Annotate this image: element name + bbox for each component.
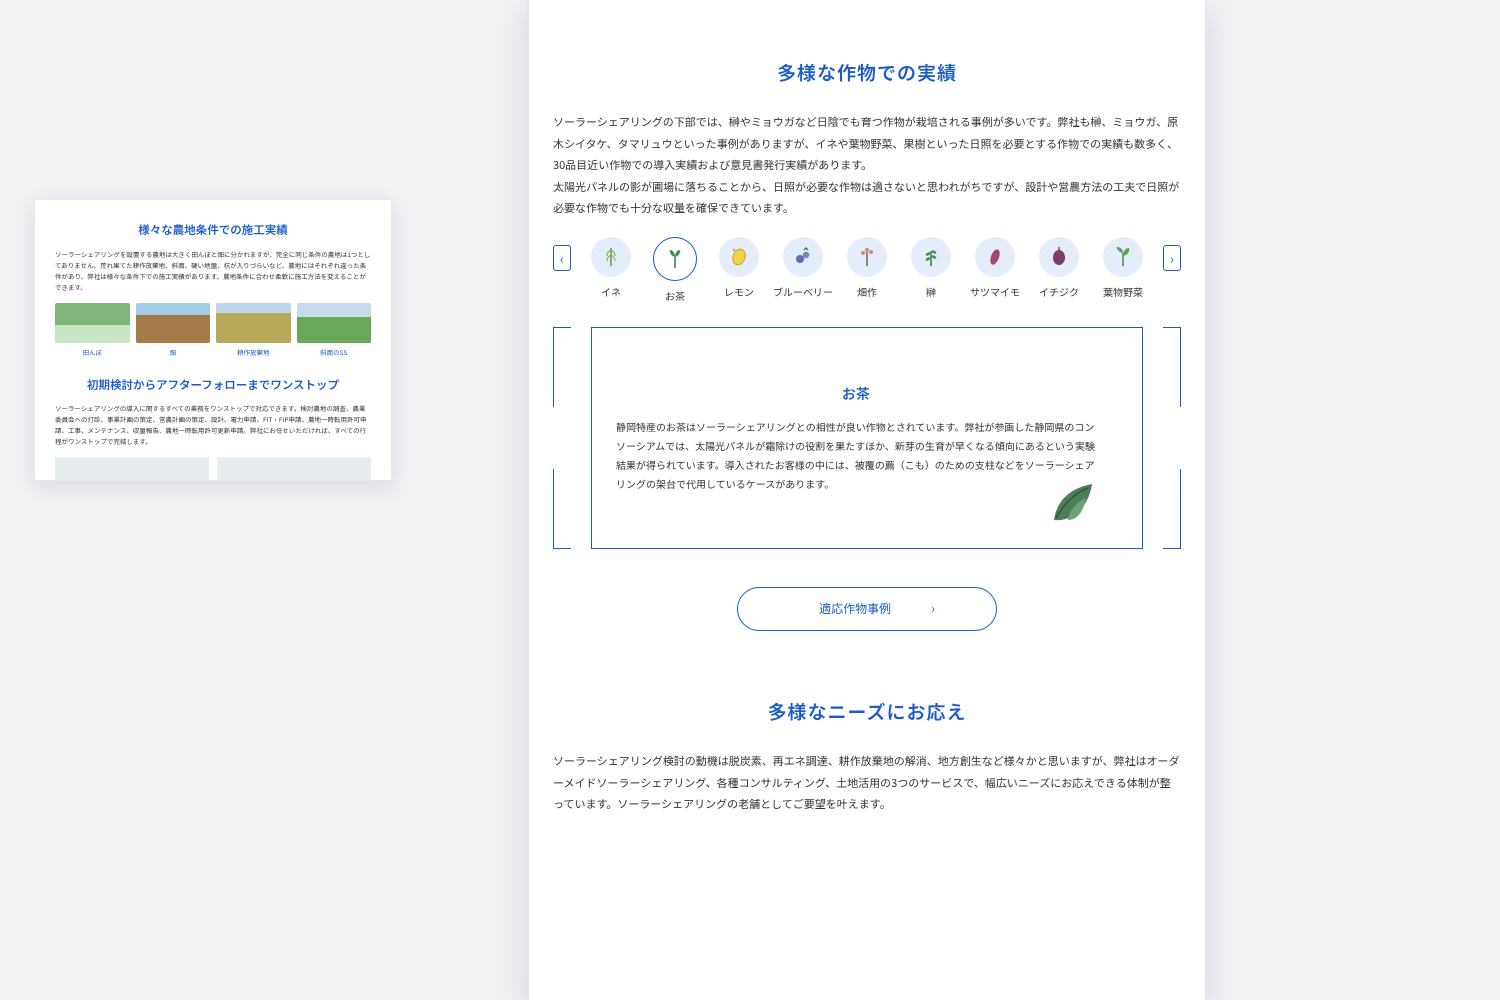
fig-icon (1039, 237, 1079, 277)
crop-carousel: ‹ イネ お茶 レモン ブルーベリー 畑作 榊 サツマイモ イチジク 葉物野菜 › (553, 237, 1181, 305)
crop-label: イチジク (1039, 283, 1079, 301)
thumb-land-row: 田んぼ畑耕作放棄地斜面のSS (55, 303, 371, 359)
crop-item-sweetpotato[interactable]: サツマイモ (965, 237, 1025, 305)
frame-corner-icon (553, 327, 571, 407)
blueberry-icon (783, 237, 823, 277)
crop-item-sakaki[interactable]: 榊 (901, 237, 961, 305)
crop-item-leafy[interactable]: 葉物野菜 (1093, 237, 1153, 305)
section-crops-title: 多様な作物での実績 (553, 56, 1181, 90)
thumb-land-image (55, 303, 130, 343)
frame-corner-icon (1163, 469, 1181, 549)
thumb-land-image (216, 303, 291, 343)
thumb-land-item: 畑 (136, 303, 211, 359)
crop-label: 畑作 (857, 283, 877, 301)
crop-label: ブルーベリー (773, 283, 833, 301)
crop-label: お茶 (665, 287, 685, 305)
thumb-bottom-images (55, 457, 371, 481)
section-needs-title: 多様なニーズにお応え (553, 695, 1181, 729)
sakaki-icon (911, 237, 951, 277)
cta-label: 適応作物事例 (819, 598, 891, 620)
tea-icon (653, 237, 697, 281)
crop-label: 葉物野菜 (1103, 283, 1143, 301)
leafy-icon (1103, 237, 1143, 277)
needs-lead: ソーラーシェアリング検討の動機は脱炭素、再エネ調達、耕作放棄地の解消、地方創生な… (553, 751, 1181, 815)
thumb-land-item: 耕作放棄地 (216, 303, 291, 359)
thumb-section2-body: ソーラーシェアリングの導入に関するすべての業務をワンストップで対応できます。検討… (55, 403, 371, 447)
thumb-section2-title: 初期検討からアフターフォローまでワンストップ (55, 375, 371, 396)
thumb-land-image (297, 303, 372, 343)
thumb-land-label: 斜面のSS (297, 347, 372, 359)
sweetpotato-icon (975, 237, 1015, 277)
chevron-right-icon: › (931, 598, 935, 620)
crop-item-lemon[interactable]: レモン (709, 237, 769, 305)
thumb-land-label: 耕作放棄地 (216, 347, 291, 359)
thumb-land-item: 田んぼ (55, 303, 130, 359)
frame-corner-icon (1163, 327, 1181, 407)
thumb-image (55, 457, 209, 481)
page-thumbnail-small: 様々な農地条件での施工実績 ソーラーシェアリングを設置する農地は大きく田んぼと畑… (34, 199, 392, 481)
chevron-right-icon: › (1170, 252, 1174, 265)
chevron-left-icon: ‹ (560, 252, 564, 265)
thumb-land-image (136, 303, 211, 343)
crop-item-field-crop[interactable]: 畑作 (837, 237, 897, 305)
rice-icon (591, 237, 631, 277)
crop-item-rice[interactable]: イネ (581, 237, 641, 305)
crop-item-tea[interactable]: お茶 (645, 237, 705, 305)
leaf-deco-icon (1048, 478, 1096, 526)
thumb-land-item: 斜面のSS (297, 303, 372, 359)
featured-crop-card: お茶 静岡特産のお茶はソーラーシェアリングとの相性が良い作物とされています。弊社… (553, 327, 1181, 549)
thumb-section1-title: 様々な農地条件での施工実績 (55, 220, 371, 241)
thumb-image (217, 457, 371, 481)
feature-body: 静岡特産のお茶はソーラーシェアリングとの相性が良い作物とされています。弊社が参画… (616, 417, 1096, 493)
thumb-land-label: 田んぼ (55, 347, 130, 359)
frame-corner-icon (553, 469, 571, 549)
feature-title: お茶 (616, 382, 1096, 407)
carousel-next-button[interactable]: › (1163, 245, 1181, 271)
field-crop-icon (847, 237, 887, 277)
crop-list: イネ お茶 レモン ブルーベリー 畑作 榊 サツマイモ イチジク 葉物野菜 (581, 237, 1153, 305)
crops-lead: ソーラーシェアリングの下部では、榊やミョウガなど日陰でも育つ作物が栽培される事例… (553, 112, 1181, 219)
crop-label: サツマイモ (970, 283, 1020, 301)
crop-label: レモン (724, 283, 754, 301)
carousel-prev-button[interactable]: ‹ (553, 245, 571, 271)
thumb-land-label: 畑 (136, 347, 211, 359)
page-preview-large: 多様な作物での実績 ソーラーシェアリングの下部では、榊やミョウガなど日陰でも育つ… (527, 0, 1207, 1000)
crops-cta-button[interactable]: 適応作物事例 › (737, 587, 997, 631)
crop-label: 榊 (926, 283, 936, 301)
lemon-icon (719, 237, 759, 277)
crop-item-blueberry[interactable]: ブルーベリー (773, 237, 833, 305)
crop-label: イネ (601, 283, 621, 301)
crop-item-fig[interactable]: イチジク (1029, 237, 1089, 305)
thumb-section1-body: ソーラーシェアリングを設置する農地は大きく田んぼと畑に分かれますが、完全に同じ条… (55, 249, 371, 293)
